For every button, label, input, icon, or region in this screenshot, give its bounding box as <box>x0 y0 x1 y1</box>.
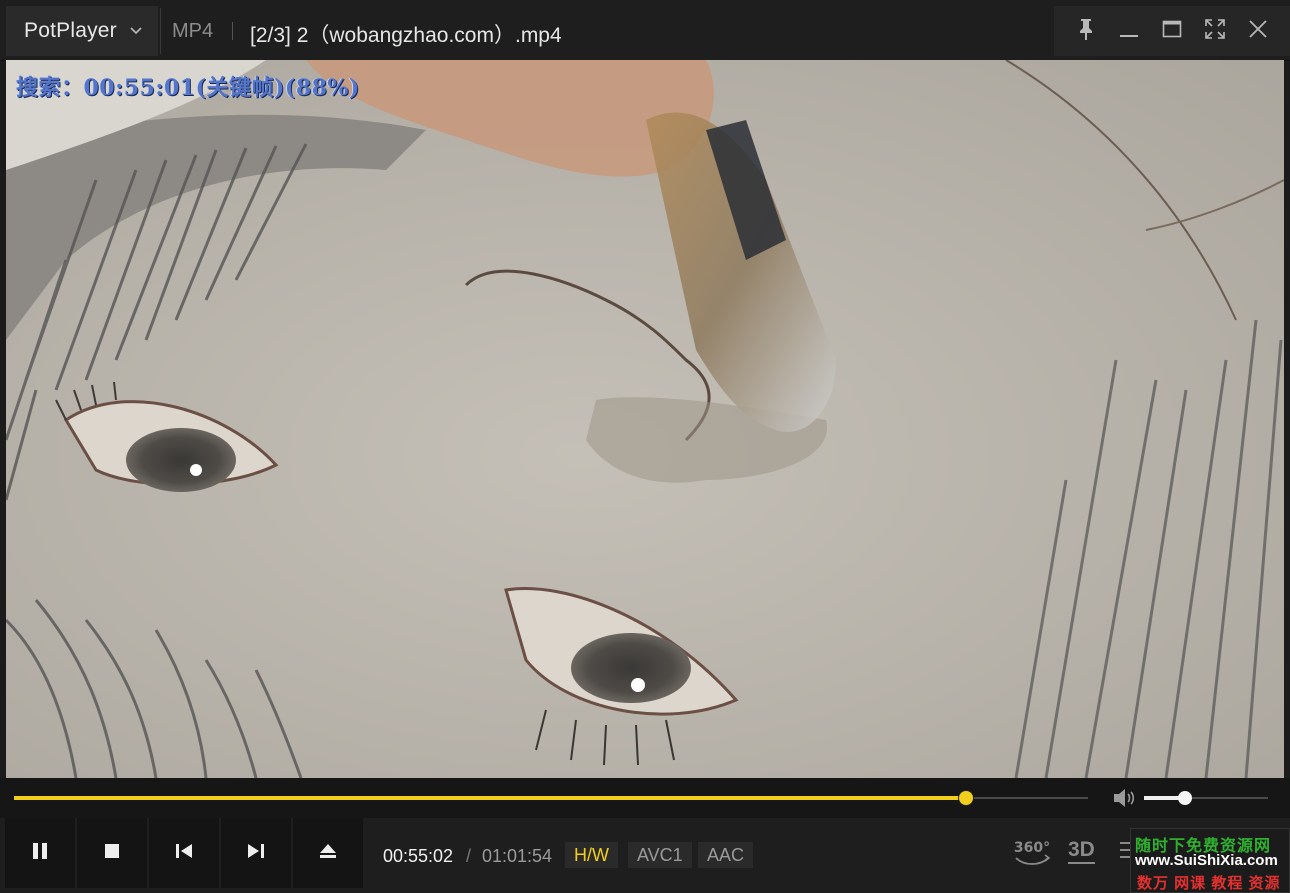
seek-bar[interactable] <box>14 791 1088 805</box>
next-button[interactable] <box>221 818 291 888</box>
vr-360-icon: 360° <box>1012 840 1052 872</box>
watermark-line-2: www.SuiShiXia.com <box>1135 852 1278 869</box>
title-bar: PotPlayer MP4 [2/3] 2（wobangzhao.com）.mp… <box>0 0 1290 61</box>
window-title: [2/3] 2（wobangzhao.com）.mp4 <box>250 24 562 47</box>
close-icon <box>1247 18 1269 45</box>
video-codec-badge[interactable]: AVC1 <box>628 842 692 868</box>
audio-codec-badge[interactable]: AAC <box>698 842 754 868</box>
volume-slider[interactable] <box>1144 791 1268 805</box>
fullscreen-button[interactable] <box>1200 16 1230 46</box>
skip-previous-icon <box>174 842 194 865</box>
chevron-down-icon <box>129 22 143 40</box>
total-time: 01:01:54 <box>482 846 553 866</box>
time-separator: / <box>466 846 472 866</box>
maximize-button[interactable] <box>1157 16 1187 46</box>
video-frame[interactable] <box>6 60 1284 778</box>
skip-next-icon <box>246 842 266 865</box>
window-controls <box>1054 6 1290 56</box>
current-time: 00:55:02 <box>383 846 454 866</box>
eject-icon <box>318 842 338 865</box>
pin-button[interactable] <box>1071 16 1101 46</box>
seek-progress-fill <box>14 796 966 800</box>
pause-button[interactable] <box>5 818 75 888</box>
vr-360-button[interactable]: 360° <box>1012 836 1052 873</box>
divider <box>160 8 161 54</box>
speaker-icon[interactable] <box>1112 787 1136 814</box>
volume-handle[interactable] <box>1177 791 1192 805</box>
format-label: MP4 <box>172 20 214 42</box>
stop-button[interactable] <box>77 818 147 888</box>
minimize-icon <box>1118 18 1140 45</box>
pin-icon <box>1075 17 1097 46</box>
stop-icon <box>103 842 121 865</box>
app-name: PotPlayer <box>24 19 117 42</box>
watermark-line-3: 数万 网课 教程 资源 <box>1137 875 1281 892</box>
pause-icon <box>30 841 50 866</box>
site-watermark: 随时下免费资源网 www.SuiShiXia.com 数万 网课 教程 资源 <box>1130 828 1290 893</box>
stereo-3d-label: 3D <box>1068 838 1095 864</box>
vr-360-label: 360° <box>1014 840 1050 856</box>
seek-row <box>0 778 1290 818</box>
hw-decoder-badge[interactable]: H/W <box>565 842 618 868</box>
previous-button[interactable] <box>149 818 219 888</box>
open-file-button[interactable] <box>293 818 363 888</box>
maximize-icon <box>1161 18 1183 45</box>
close-button[interactable] <box>1243 16 1273 46</box>
control-bar: 00:55:02 / 01:01:54 H/W AVC1 AAC 360° 3D <box>0 818 1290 893</box>
main-menu-button[interactable]: PotPlayer <box>6 6 158 56</box>
minimize-button[interactable] <box>1114 16 1144 46</box>
video-image <box>6 60 1284 778</box>
seek-handle[interactable] <box>958 791 973 805</box>
divider <box>232 22 233 40</box>
osd-seek-message: 搜索：00:55:01(关键帧)(88%) <box>16 75 360 101</box>
stereo-3d-button[interactable]: 3D <box>1068 838 1095 864</box>
fullscreen-icon <box>1204 18 1226 45</box>
